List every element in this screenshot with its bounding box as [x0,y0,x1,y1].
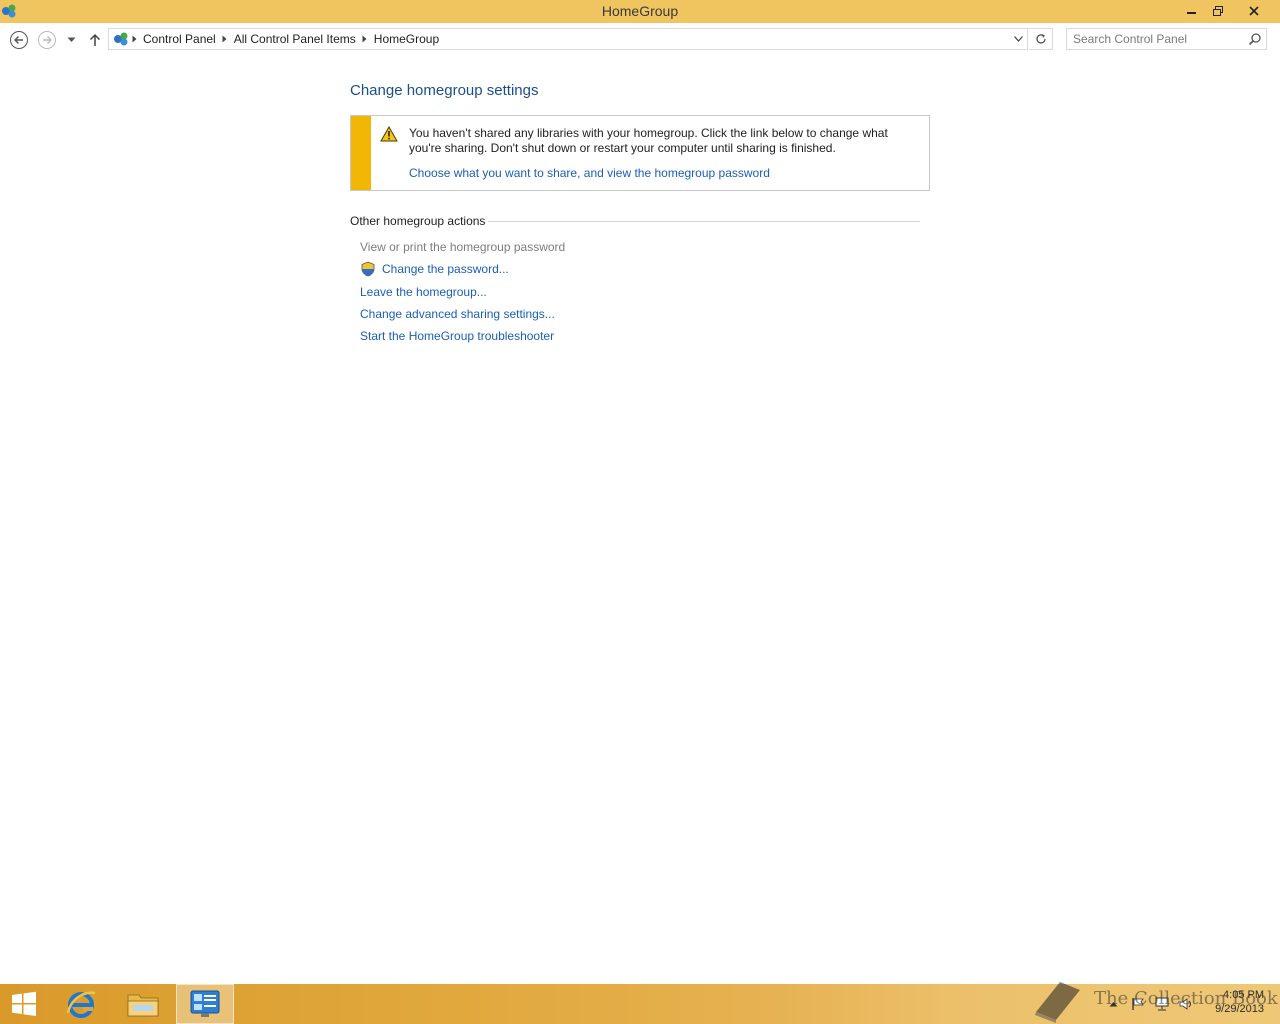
up-arrow-icon [89,33,101,46]
troubleshooter-link[interactable]: Start the HomeGroup troubleshooter [360,329,554,343]
address-dropdown-button[interactable] [1011,32,1025,46]
breadcrumb: Control Panel All Control Panel Items Ho… [109,29,443,49]
change-password-link[interactable]: Change the password... [382,262,509,276]
restore-button[interactable] [1204,0,1232,21]
window-title: HomeGroup [601,3,679,19]
watermark-text: The Collection Book [1094,988,1278,1009]
close-icon [1249,5,1259,16]
back-arrow-icon [10,31,28,49]
breadcrumb-all-control-panel-items[interactable]: All Control Panel Items [230,32,360,46]
recent-locations-button[interactable] [64,33,78,47]
other-actions-header: Other homegroup actions [350,214,920,230]
watermark: The Collection Book [1030,978,1278,1024]
search-input[interactable] [1073,31,1243,47]
control-panel-icon [190,990,220,1017]
uac-shield-icon [361,261,375,277]
up-button[interactable] [86,31,104,49]
warning-icon [380,126,398,142]
search-icon[interactable] [1248,32,1262,46]
breadcrumb-control-panel[interactable]: Control Panel [139,32,220,46]
page-title: Change homegroup settings [350,82,539,99]
folder-icon [127,994,159,1017]
internet-explorer-button[interactable] [56,984,106,1024]
close-button[interactable] [1240,0,1268,21]
refresh-icon [1035,34,1046,44]
advanced-sharing-link[interactable]: Change advanced sharing settings... [360,307,555,321]
forward-button[interactable] [36,29,58,51]
minimize-button[interactable] [1178,0,1206,21]
breadcrumb-homegroup[interactable]: HomeGroup [370,32,443,46]
notice-accent-bar [351,116,371,190]
leave-homegroup-link[interactable]: Leave the homegroup... [360,285,487,299]
minimize-icon [1187,11,1196,14]
breadcrumb-separator-icon[interactable] [360,35,370,43]
view-print-password-link: View or print the homegroup password [360,240,566,254]
navigation-bar: Control Panel All Control Panel Items Ho… [0,23,1280,59]
search-box[interactable] [1066,28,1267,50]
windows-logo-icon [12,991,36,1016]
title-bar[interactable]: HomeGroup [0,0,1280,23]
restore-icon [1213,5,1223,16]
file-explorer-button[interactable] [118,984,168,1024]
notice-message: You haven't shared any libraries with yo… [409,126,888,155]
start-button[interactable] [0,984,48,1024]
back-button[interactable] [8,29,30,51]
chevron-down-icon [67,37,75,42]
internet-explorer-icon [66,991,96,1018]
breadcrumb-separator-icon[interactable] [129,35,139,43]
address-bar[interactable]: Control Panel All Control Panel Items Ho… [108,28,1028,50]
choose-share-link[interactable]: Choose what you want to share, and view … [409,166,770,180]
chevron-down-icon [1013,36,1023,42]
sharing-notice: You haven't shared any libraries with yo… [350,115,930,191]
forward-arrow-icon [38,31,56,49]
book-icon [1035,982,1080,1023]
refresh-button[interactable] [1029,28,1053,50]
breadcrumb-separator-icon[interactable] [220,35,230,43]
section-title: Other homegroup actions [350,214,489,228]
control-panel-icon [114,32,128,46]
control-panel-button[interactable] [176,984,234,1024]
